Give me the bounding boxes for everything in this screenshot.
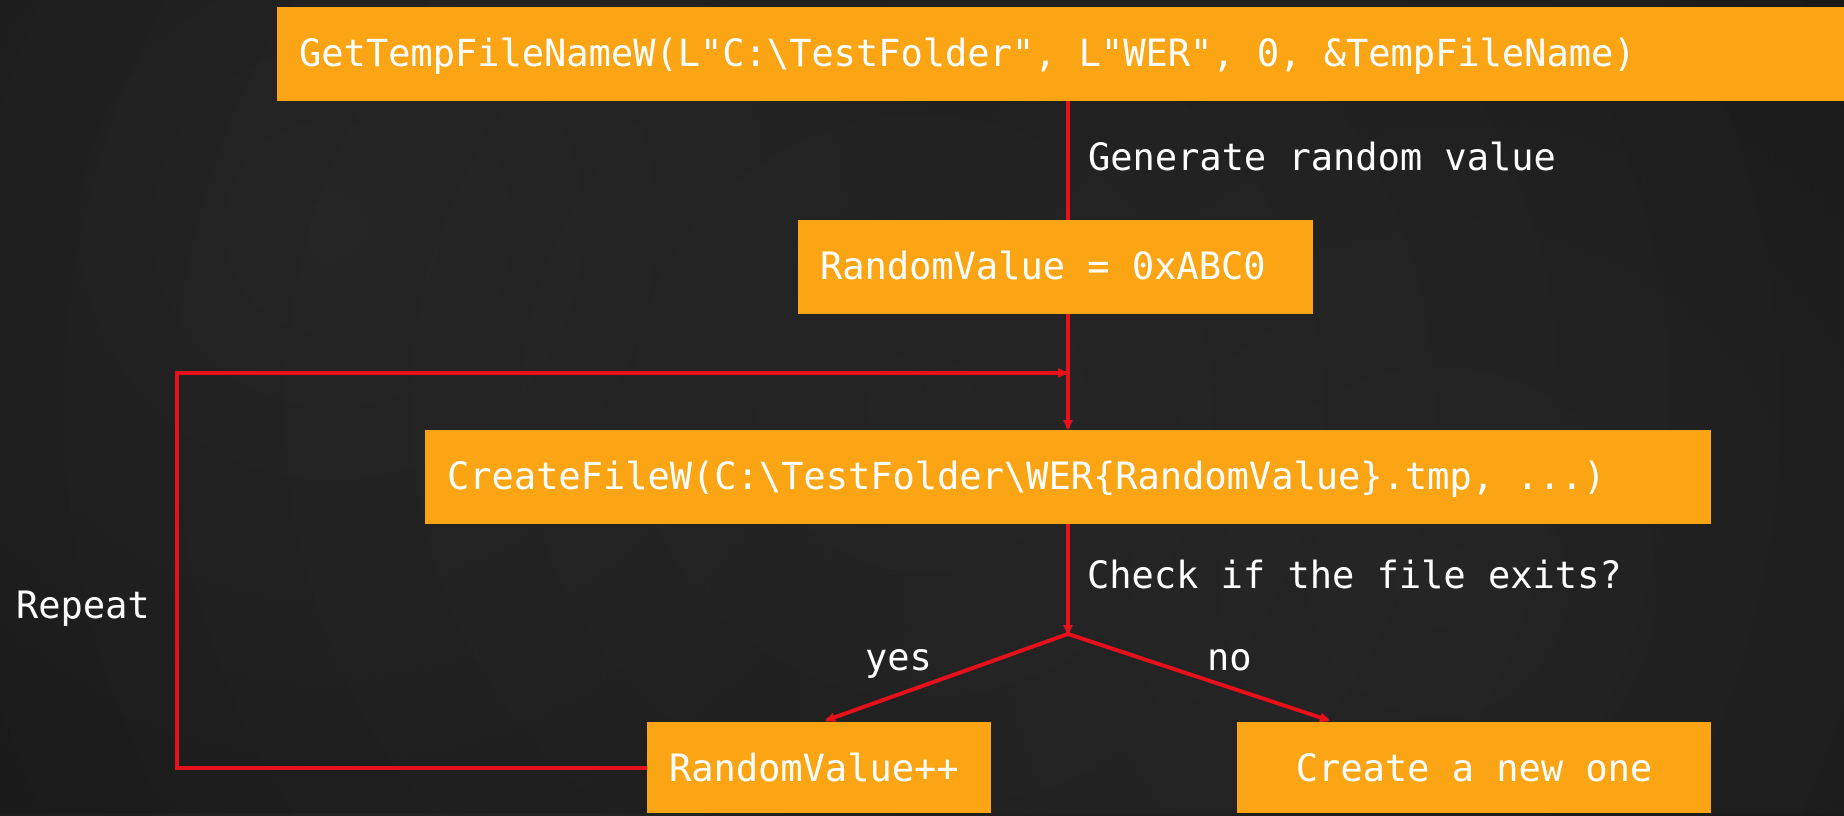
repeat-label: Repeat — [16, 584, 150, 627]
yes-label: yes — [865, 636, 932, 679]
no-label: no — [1207, 636, 1252, 679]
increment-value-box: RandomValue++ — [647, 722, 991, 813]
random-value-box: RandomValue = 0xABC0 — [798, 220, 1313, 314]
connector-yes — [825, 632, 1069, 723]
flow-connectors — [175, 101, 1330, 770]
connector-no — [1067, 632, 1330, 723]
create-file-box: CreateFileW(C:\TestFolder\WER{RandomValu… — [425, 430, 1711, 524]
generate-random-label: Generate random value — [1088, 136, 1556, 179]
check-exists-label: Check if the file exits? — [1087, 554, 1622, 597]
create-new-box: Create a new one — [1237, 722, 1711, 813]
get-temp-filename-box: GetTempFileNameW(L"C:\TestFolder", L"WER… — [277, 7, 1844, 101]
